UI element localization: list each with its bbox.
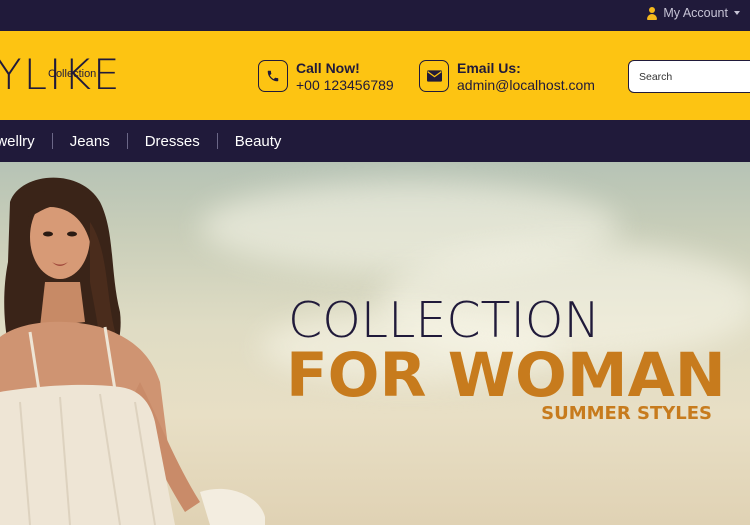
envelope-icon [419,60,449,92]
hero-banner[interactable]: COLLECTION FOR WOMAN SUMMER STYLES [0,162,750,525]
site-header: YLIKE Collection Call Now! +00 123456789… [0,31,750,120]
model-image [0,177,265,525]
nav-divider [216,133,218,149]
my-account-dropdown[interactable]: My Account [646,6,740,20]
main-nav: ewellry Jeans Dresses Beauty [0,120,750,162]
search-input[interactable] [628,60,750,93]
phone-icon [258,60,288,92]
nav-item-dresses[interactable]: Dresses [145,133,200,150]
email-address[interactable]: admin@localhost.com [457,77,595,94]
my-account-label: My Account [663,6,728,20]
hero-heading-line2: FOR WOMAN [286,340,726,411]
logo-sub-text: Collection [48,68,97,80]
phone-number[interactable]: +00 123456789 [296,77,394,94]
nav-divider [51,133,53,149]
call-now-block: Call Now! +00 123456789 [258,60,394,94]
nav-divider [126,133,128,149]
nav-item-beauty[interactable]: Beauty [235,133,282,150]
site-logo[interactable]: YLIKE Collection [0,53,122,103]
chevron-down-icon [734,11,740,15]
email-us-block: Email Us: admin@localhost.com [419,60,595,94]
top-bar: My Account [0,0,750,31]
hero-subheading: SUMMER STYLES [541,403,712,424]
nav-item-jewellry[interactable]: ewellry [0,133,35,150]
user-icon [646,6,658,20]
email-us-title: Email Us: [457,60,521,76]
nav-item-jeans[interactable]: Jeans [70,133,110,150]
call-now-title: Call Now! [296,60,360,76]
